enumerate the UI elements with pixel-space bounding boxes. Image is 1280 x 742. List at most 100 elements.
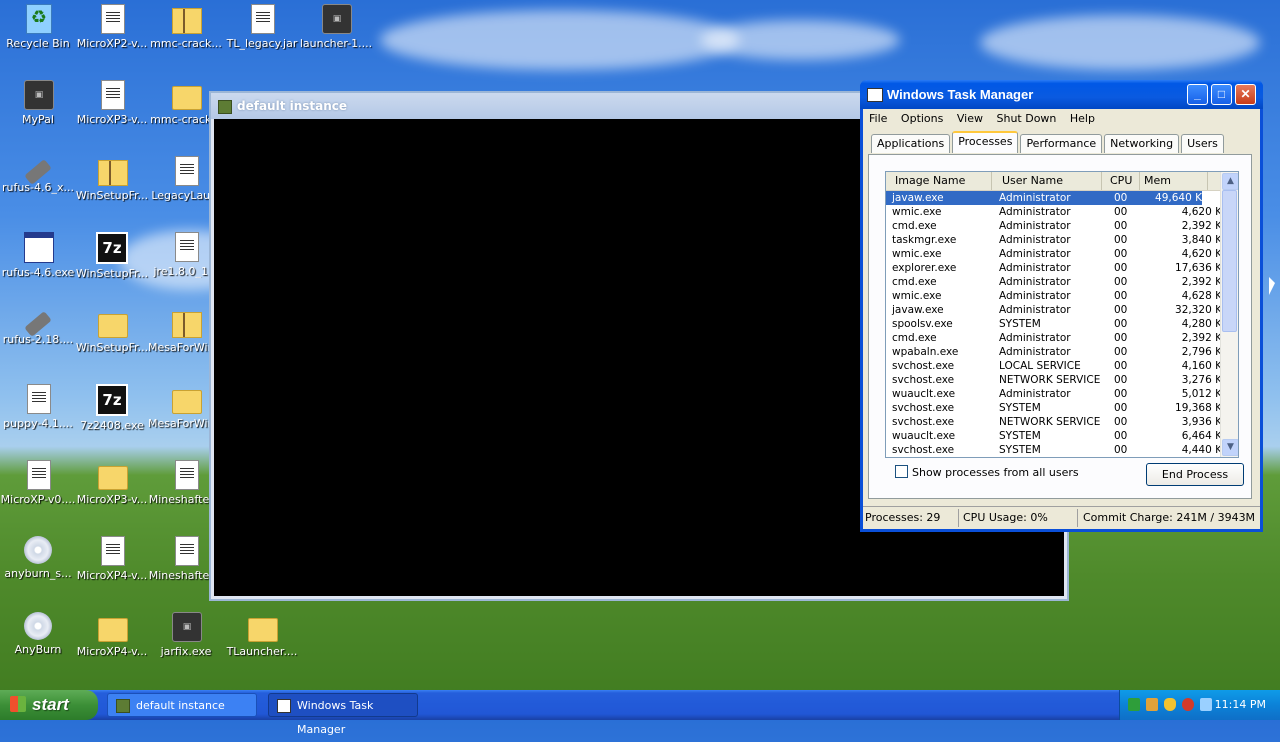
desktop-icon-label: Recycle Bin: [6, 37, 70, 50]
process-row[interactable]: javaw.exe Administrator 00 32,320 K: [886, 303, 1222, 317]
scroll-down-button[interactable]: ▼: [1222, 439, 1238, 456]
process-row[interactable]: javaw.exe Administrator 00 49,640 K: [886, 191, 1202, 205]
process-row[interactable]: svchost.exe SYSTEM 00 19,368 K: [886, 401, 1222, 415]
desktop-icon[interactable]: 7z WinSetupFr...: [74, 232, 150, 280]
process-mem-usage: 2,796 K: [1181, 346, 1222, 358]
process-row[interactable]: spoolsv.exe SYSTEM 00 4,280 K: [886, 317, 1222, 331]
process-cpu: 00: [1114, 262, 1128, 274]
process-row[interactable]: taskmgr.exe Administrator 00 3,840 K: [886, 233, 1222, 247]
clock[interactable]: 11:14 PM: [1215, 690, 1266, 720]
scroll-thumb[interactable]: [1222, 190, 1237, 332]
desktop-icon[interactable]: ♻ Recycle Bin: [0, 4, 76, 50]
desktop-icon[interactable]: TLauncher....: [224, 612, 300, 658]
process-image-name: cmd.exe: [892, 276, 937, 288]
desktop-icon[interactable]: TL_legacy.jar: [224, 4, 300, 50]
desktop-icon[interactable]: 7z 7z2408.exe: [74, 384, 150, 432]
task-manager-title: Windows Task Manager: [887, 87, 1034, 102]
taskbar-item-label: default instance: [136, 699, 225, 712]
process-cpu: 00: [1114, 430, 1128, 442]
maximize-button[interactable]: □: [1211, 84, 1232, 105]
column-cpu[interactable]: CPU: [1102, 172, 1140, 190]
tab-processes[interactable]: Processes: [952, 131, 1019, 153]
process-user-name: Administrator: [999, 332, 1071, 344]
column-image-name[interactable]: Image Name: [886, 172, 992, 190]
process-cpu: 00: [1114, 220, 1128, 232]
desktop-icon[interactable]: anyburn_s...: [0, 536, 76, 580]
desktop-icon[interactable]: puppy-4.1....: [0, 384, 76, 430]
start-button[interactable]: start: [0, 690, 98, 720]
close-button[interactable]: ✕: [1235, 84, 1256, 105]
desktop-icon-label: 7z2408.exe: [80, 419, 144, 432]
minimize-button[interactable]: _: [1187, 84, 1208, 105]
process-row[interactable]: svchost.exe NETWORK SERVICE 00 3,936 K: [886, 415, 1222, 429]
tab-strip: Applications Processes Performance Netwo…: [871, 131, 1226, 154]
tab-applications[interactable]: Applications: [871, 134, 951, 153]
process-row[interactable]: cmd.exe Administrator 00 2,392 K: [886, 275, 1222, 289]
process-row[interactable]: explorer.exe Administrator 00 17,636 K: [886, 261, 1222, 275]
desktop-icon-label: WinSetupFr...: [75, 341, 149, 354]
tab-performance[interactable]: Performance: [1020, 134, 1103, 153]
process-user-name: SYSTEM: [999, 318, 1041, 330]
folderzip-icon: [98, 160, 128, 186]
security-alert-icon[interactable]: [1182, 698, 1194, 711]
scroll-up-button[interactable]: ▲: [1222, 173, 1238, 190]
process-row[interactable]: wmic.exe Administrator 00 4,620 K: [886, 247, 1222, 261]
task-manager-window[interactable]: Windows Task Manager _ □ ✕ File Options …: [860, 80, 1263, 532]
column-user-name[interactable]: User Name: [992, 172, 1102, 190]
desktop-icon[interactable]: WinSetupFr...: [74, 308, 150, 354]
desktop-icon[interactable]: MicroXP2-v...: [74, 4, 150, 50]
desktop-icon[interactable]: rufus-2.18....: [0, 308, 76, 346]
process-row[interactable]: svchost.exe SYSTEM 00 4,440 K: [886, 443, 1222, 457]
dark-icon: ▣: [24, 80, 54, 110]
desktop-icon[interactable]: ▣ jarfix.exe: [148, 612, 224, 658]
seven-icon: 7z: [96, 384, 128, 416]
tray-tools-icon[interactable]: [1146, 698, 1158, 711]
taskbar-item-task-manager[interactable]: Windows Task Manager: [268, 693, 418, 736]
menu-view[interactable]: View: [957, 112, 983, 125]
menu-shut-down[interactable]: Shut Down: [996, 112, 1056, 125]
file-icon: [101, 80, 125, 110]
desktop-icon[interactable]: MicroXP-v0....: [0, 460, 76, 506]
process-row[interactable]: wmic.exe Administrator 00 4,620 K: [886, 205, 1222, 219]
process-cpu: 00: [1114, 318, 1128, 330]
process-list[interactable]: Image Name User Name CPU Mem Usage javaw…: [885, 171, 1239, 458]
column-mem-usage[interactable]: Mem Usage: [1140, 172, 1208, 205]
desktop-icon[interactable]: mmc-crack...: [148, 4, 224, 50]
menu-help[interactable]: Help: [1070, 112, 1095, 125]
tray-app-icon[interactable]: [1128, 698, 1140, 711]
desktop-icon[interactable]: WinSetupFr...: [74, 156, 150, 202]
cd-icon: [24, 536, 52, 564]
desktop-icon[interactable]: AnyBurn: [0, 612, 76, 656]
desktop-icon[interactable]: rufus-4.6_x...: [0, 156, 76, 194]
process-row[interactable]: svchost.exe LOCAL SERVICE 00 4,160 K: [886, 359, 1222, 373]
tab-users[interactable]: Users: [1181, 134, 1224, 153]
start-label: start: [32, 695, 69, 714]
process-row[interactable]: wpabaln.exe Administrator 00 2,796 K: [886, 345, 1222, 359]
process-row[interactable]: cmd.exe Administrator 00 2,392 K: [886, 331, 1222, 345]
desktop-icon[interactable]: rufus-4.6.exe: [0, 232, 76, 279]
process-row[interactable]: cmd.exe Administrator 00 2,392 K: [886, 219, 1222, 233]
process-row[interactable]: wuauclt.exe SYSTEM 00 6,464 K: [886, 429, 1222, 443]
desktop-icon[interactable]: ▣ launcher-1....: [298, 4, 374, 50]
desktop-icon[interactable]: MicroXP4-v...: [74, 612, 150, 658]
task-manager-titlebar[interactable]: Windows Task Manager _ □ ✕: [860, 80, 1263, 109]
network-icon[interactable]: [1200, 698, 1212, 711]
desktop-icon[interactable]: ▣ MyPal: [0, 80, 76, 126]
process-row[interactable]: wmic.exe Administrator 00 4,628 K: [886, 289, 1222, 303]
taskbar-item-default-instance[interactable]: default instance: [107, 693, 257, 717]
show-all-users-checkbox[interactable]: Show processes from all users: [895, 465, 1079, 479]
tab-networking[interactable]: Networking: [1104, 134, 1180, 153]
security-shield-icon[interactable]: [1164, 698, 1176, 711]
process-cpu: 00: [1114, 234, 1128, 246]
menu-file[interactable]: File: [869, 112, 887, 125]
process-row[interactable]: wuauclt.exe Administrator 00 5,012 K: [886, 387, 1222, 401]
checkbox-box[interactable]: [895, 465, 908, 478]
desktop-icon[interactable]: MicroXP3-v...: [74, 80, 150, 126]
file-icon: [175, 460, 199, 490]
end-process-button[interactable]: End Process: [1146, 463, 1244, 486]
process-list-scrollbar[interactable]: ▲ ▼: [1220, 172, 1238, 457]
desktop-icon[interactable]: MicroXP4-v...: [74, 536, 150, 582]
process-row[interactable]: svchost.exe NETWORK SERVICE 00 3,276 K: [886, 373, 1222, 387]
desktop-icon[interactable]: MicroXP3-v...: [74, 460, 150, 506]
menu-options[interactable]: Options: [901, 112, 943, 125]
